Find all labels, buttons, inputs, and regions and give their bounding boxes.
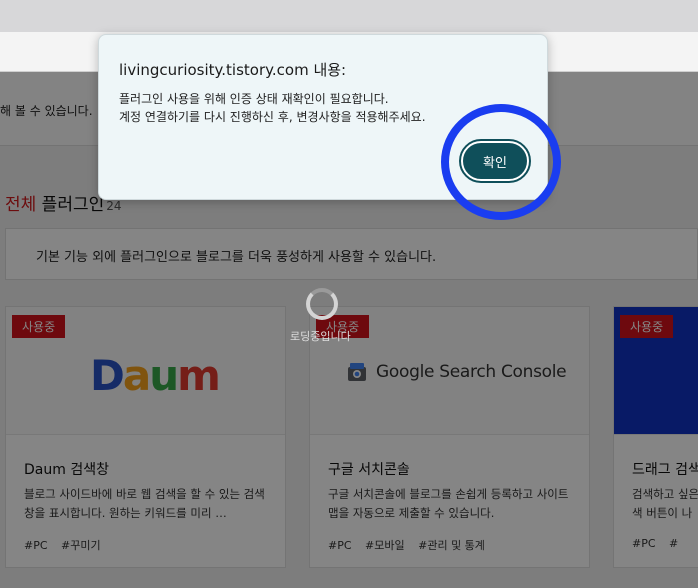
dialog-message: 플러그인 사용을 위해 인증 상태 재확인이 필요합니다. 계정 연결하기를 다… <box>119 90 426 126</box>
highlight-circle <box>441 104 561 220</box>
loading-spinner-icon <box>306 288 338 320</box>
browser-tab-strip <box>0 0 698 32</box>
loading-text: 로딩중입니다 <box>290 330 351 343</box>
dialog-message-line: 플러그인 사용을 위해 인증 상태 재확인이 필요합니다. <box>119 92 389 106</box>
dialog-message-line: 계정 연결하기를 다시 진행하신 후, 변경사항을 적용해주세요. <box>119 110 426 124</box>
dialog-origin: livingcuriosity.tistory.com 내용: <box>119 61 347 79</box>
